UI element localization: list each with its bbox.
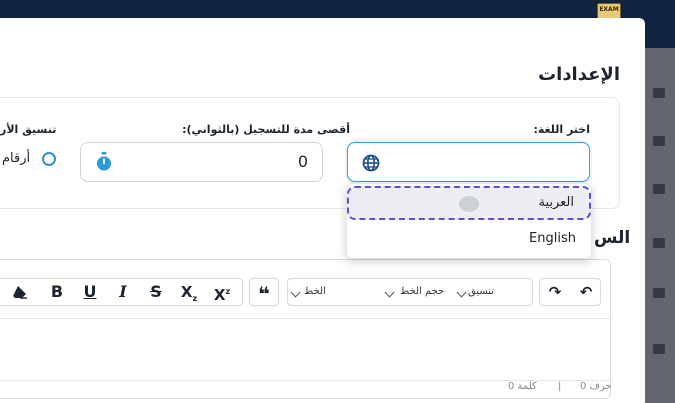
font-size-select-label[interactable]: حجم الخط — [400, 279, 444, 305]
partial-section-title: الس — [594, 228, 631, 248]
editor-toolbar: ↷ ↶ تنسيق حجم الخط الخط ❝ Xz Xz S I U B — [0, 260, 610, 319]
language-dropdown: العربية English — [346, 183, 592, 259]
language-select[interactable] — [347, 142, 590, 182]
max-duration-label: أقصى مدة للتسجيل (بالثواني): — [182, 123, 350, 136]
subscript-label: X — [180, 283, 193, 301]
bg-doc-icon — [653, 184, 665, 194]
number-format-option-label: أرقام — [2, 151, 31, 166]
language-option-arabic[interactable]: العربية — [347, 186, 591, 220]
strikethrough-button[interactable]: S — [141, 279, 171, 305]
italic-button[interactable]: I — [108, 279, 138, 305]
word-count: كلمة 0 — [508, 381, 537, 392]
font-size-chevron-icon — [384, 287, 395, 298]
cursor-indicator — [459, 196, 479, 212]
bold-button[interactable]: B — [42, 279, 72, 305]
bg-chart-icon — [653, 288, 665, 298]
rich-text-editor: ↷ ↶ تنسيق حجم الخط الخط ❝ Xz Xz S I U B — [0, 259, 611, 399]
blockquote-button[interactable]: ❝ — [249, 278, 279, 306]
language-option-english-label: English — [529, 231, 576, 246]
bg-list-icon — [653, 136, 665, 146]
superscript-button[interactable]: Xz — [207, 279, 237, 305]
number-format-radio[interactable] — [42, 152, 56, 166]
undo-button[interactable]: ↶ — [571, 279, 601, 305]
bg-menu-icon — [653, 88, 665, 98]
eraser-icon — [13, 286, 27, 299]
globe-icon — [362, 154, 380, 172]
section-title: الإعدادات — [538, 64, 620, 85]
background-sidebar — [645, 48, 675, 403]
clear-format-button[interactable] — [5, 279, 35, 305]
text-style-group: تنسيق حجم الخط الخط — [287, 278, 533, 306]
max-duration-input[interactable]: 0 — [80, 142, 323, 182]
underline-button[interactable]: U — [75, 279, 105, 305]
redo-button[interactable]: ↷ — [540, 279, 570, 305]
font-chevron-icon — [290, 287, 301, 298]
language-label: اختر اللغة: — [533, 123, 590, 136]
subscript-mark: z — [192, 294, 198, 303]
language-option-english[interactable]: English — [347, 222, 591, 258]
number-format-label: تنسيق الأر — [0, 123, 57, 136]
format-chevron-icon — [456, 287, 467, 298]
editor-content-area[interactable] — [0, 318, 610, 380]
superscript-mark: z — [225, 287, 231, 296]
char-count: حرف 0 — [580, 381, 612, 392]
font-select-label[interactable]: الخط — [304, 279, 326, 305]
max-duration-value: 0 — [297, 152, 308, 171]
bg-folder-icon — [653, 238, 665, 248]
stopwatch-icon — [97, 152, 111, 171]
language-option-arabic-label: العربية — [538, 195, 574, 210]
history-group: ↷ ↶ — [539, 278, 601, 306]
bg-user-icon — [653, 344, 665, 354]
count-separator: | — [558, 381, 562, 392]
subscript-button[interactable]: Xz — [174, 279, 204, 305]
superscript-label: X — [213, 286, 226, 304]
format-select-label[interactable]: تنسيق — [468, 279, 494, 305]
formatting-group: Xz Xz S I U B — [0, 278, 243, 306]
